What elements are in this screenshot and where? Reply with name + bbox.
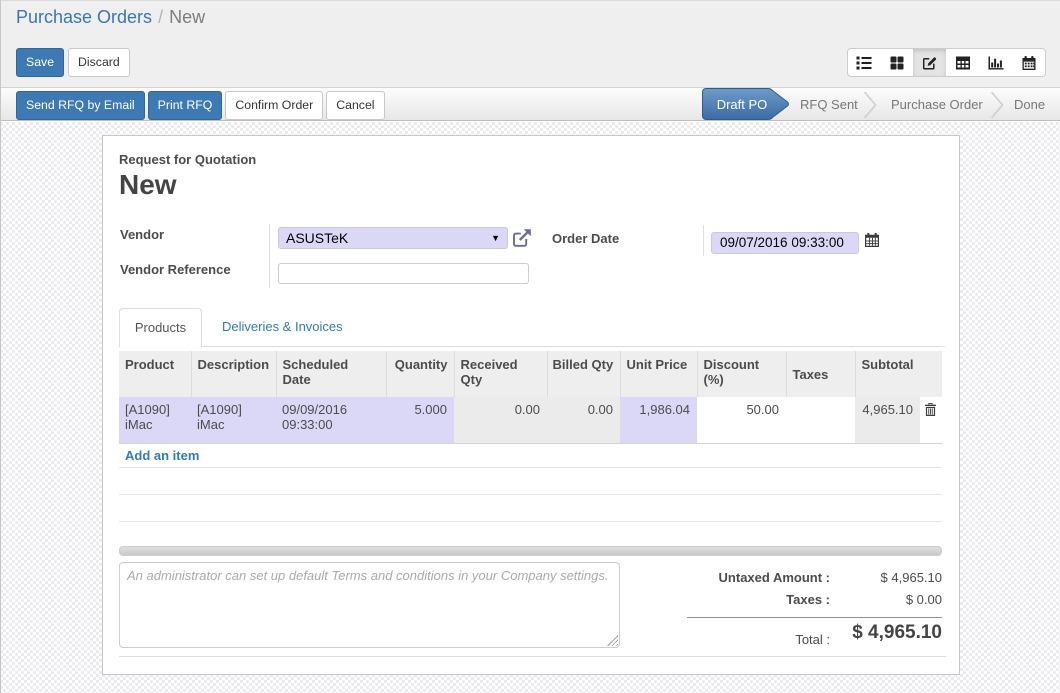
svg-text:Draft PO: Draft PO	[717, 97, 768, 112]
